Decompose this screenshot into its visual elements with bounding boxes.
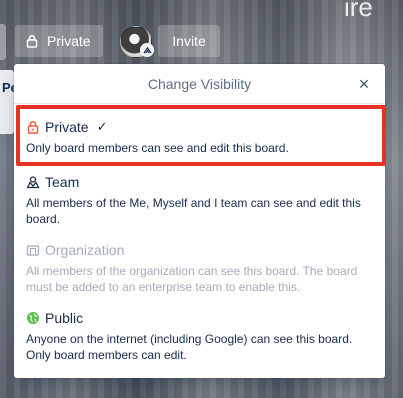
visibility-option-private[interactable]: Private ✓ Only board members can see and… — [16, 116, 383, 162]
globe-icon — [26, 311, 40, 325]
option-description: All members of the organization can see … — [26, 264, 358, 294]
popover-title: Change Visibility — [147, 75, 252, 92]
close-icon[interactable]: × — [352, 72, 376, 96]
team-icon — [26, 175, 40, 189]
option-title: Public — [45, 310, 84, 326]
check-icon: ✓ — [96, 119, 108, 134]
popover-header: Change Visibility × — [14, 64, 385, 104]
member-avatar[interactable] — [117, 23, 155, 61]
option-title: Private — [45, 119, 89, 135]
visibility-option-public[interactable]: Public Anyone on the internet (including… — [16, 307, 383, 367]
change-visibility-popover: Change Visibility × Private ✓ Only board… — [14, 64, 386, 378]
invite-button[interactable]: Invite — [158, 25, 220, 57]
option-description: Only board members can see and edit this… — [26, 141, 289, 155]
lock-icon — [26, 120, 40, 134]
list-peek[interactable]: Pe — [0, 70, 14, 134]
board-header: ire Private Invite — [0, 0, 403, 64]
visibility-option-organization[interactable]: Organization All members of the organiza… — [16, 239, 383, 299]
visibility-option-team[interactable]: Team All members of the Me, Myself and I… — [16, 171, 383, 231]
option-title: Team — [45, 174, 80, 190]
option-title: Organization — [45, 242, 125, 258]
board-title-fragment: ire — [344, 0, 373, 22]
list-peek-title: Pe — [2, 80, 14, 95]
admin-badge-icon — [140, 43, 154, 57]
visibility-button[interactable]: Private — [15, 25, 103, 57]
option-description: All members of the Me, Myself and I team… — [26, 196, 361, 226]
visibility-button-label: Private — [47, 33, 91, 49]
header-left-button[interactable] — [0, 24, 6, 60]
option-description: Anyone on the internet (including Google… — [26, 332, 353, 362]
lock-icon — [25, 34, 39, 48]
organization-icon — [26, 243, 40, 257]
